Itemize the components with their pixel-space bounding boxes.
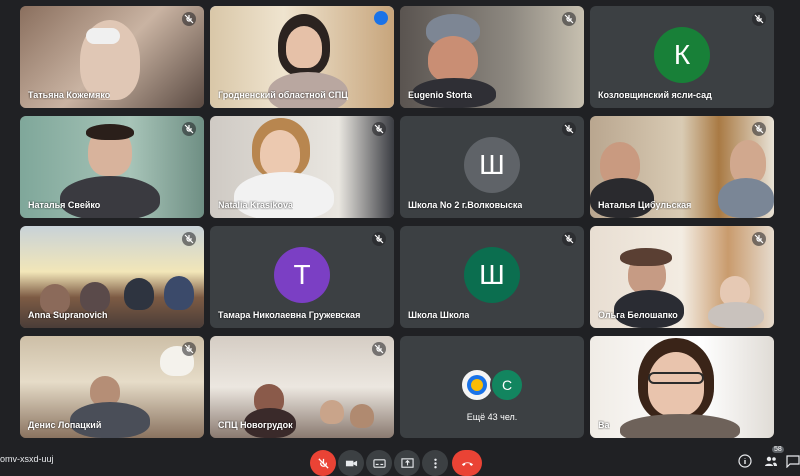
captions-icon <box>372 458 386 468</box>
avatar: Ш <box>464 136 520 193</box>
mic-off-icon <box>752 232 766 246</box>
participant-tile[interactable]: Наталья Цибульская <box>590 116 774 218</box>
participant-tile[interactable]: Татьяна Кожемяко <box>20 6 204 108</box>
mic-off-icon <box>372 232 386 246</box>
captions-button[interactable] <box>366 450 392 476</box>
avatar: Т <box>274 246 330 303</box>
participant-name: Школа Школа <box>408 310 470 320</box>
participant-name: Ва <box>598 420 610 430</box>
participant-tile[interactable]: Гродненский областной СПЦ <box>210 6 394 108</box>
participant-name: СПЦ Новогрудок <box>218 420 293 430</box>
mic-off-icon <box>182 232 196 246</box>
more-participants-label: Ещё 43 чел. <box>466 412 518 422</box>
participant-name: Школа No 2 г.Волковыска <box>408 200 523 210</box>
participant-tile[interactable]: Anna Supranovich <box>20 226 204 328</box>
participant-tile[interactable]: Eugenio Storta <box>400 6 584 108</box>
participant-tile[interactable]: Ольга Белошапко <box>590 226 774 328</box>
participants-count-badge: 58 <box>772 446 784 453</box>
mic-off-icon <box>182 12 196 26</box>
mic-off-icon <box>562 232 576 246</box>
participant-tile[interactable]: СПЦ Новогрудок <box>210 336 394 438</box>
participant-tile[interactable]: Ш Школа Школа <box>400 226 584 328</box>
leave-call-button[interactable] <box>452 450 482 476</box>
video-feed <box>590 336 774 438</box>
bottom-toolbar: omv-xsxd-uuj 58 <box>0 444 800 476</box>
mic-off-icon <box>752 122 766 136</box>
mic-off-icon <box>317 457 329 469</box>
avatar: К <box>654 26 710 83</box>
participant-tile[interactable]: Ш Школа No 2 г.Волковыска <box>400 116 584 218</box>
chat-icon[interactable] <box>786 454 800 468</box>
mic-off-icon <box>182 342 196 356</box>
mic-toggle-button[interactable] <box>310 450 336 476</box>
participant-name: Козловщинский ясли-сад <box>598 90 712 100</box>
participant-name: Наталья Цибульская <box>598 200 692 210</box>
present-icon <box>400 457 414 468</box>
participant-tile[interactable]: К Козловщинский ясли-сад <box>590 6 774 108</box>
camera-toggle-button[interactable] <box>338 450 364 476</box>
participant-name: Ольга Белошапко <box>598 310 678 320</box>
participant-name: Татьяна Кожемяко <box>28 90 111 100</box>
mic-off-icon <box>182 122 196 136</box>
avatar: Ш <box>464 246 520 303</box>
avatar <box>460 368 494 402</box>
avatar: С <box>490 368 524 402</box>
participant-name: Тамара Николаевна Гружевская <box>218 310 361 320</box>
mic-off-icon <box>562 12 576 26</box>
mic-off-icon <box>562 122 576 136</box>
mic-off-icon <box>372 342 386 356</box>
people-icon[interactable] <box>764 454 778 468</box>
participant-name: Наталья Свейко <box>28 200 101 210</box>
mic-off-icon <box>752 12 766 26</box>
participant-tile[interactable]: Денис Лопацкий <box>20 336 204 438</box>
hang-up-icon <box>461 461 473 466</box>
camera-icon <box>345 460 357 466</box>
more-options-button[interactable] <box>422 450 448 476</box>
participant-tile[interactable]: Ва <box>590 336 774 438</box>
participant-name: Гродненский областной СПЦ <box>218 90 348 100</box>
participant-name: Eugenio Storta <box>408 90 473 100</box>
more-participants-tile[interactable]: С Ещё 43 чел. <box>400 336 584 438</box>
meeting-code: omv-xsxd-uuj <box>0 454 54 464</box>
participant-tile[interactable]: Natalia Krasikova <box>210 116 394 218</box>
participant-tile[interactable]: Т Тамара Николаевна Гружевская <box>210 226 394 328</box>
info-icon[interactable] <box>738 454 752 468</box>
speaking-indicator-icon <box>374 11 388 25</box>
mic-off-icon <box>372 122 386 136</box>
more-vert-icon <box>433 458 437 468</box>
participant-name: Денис Лопацкий <box>28 420 102 430</box>
participant-name: Anna Supranovich <box>28 310 108 320</box>
participant-tile[interactable]: Наталья Свейко <box>20 116 204 218</box>
present-screen-button[interactable] <box>394 450 420 476</box>
meeting-stage: Татьяна Кожемяко Гродненский областной С… <box>0 0 800 476</box>
participant-name: Natalia Krasikova <box>218 200 294 210</box>
more-avatars: С <box>460 368 524 402</box>
